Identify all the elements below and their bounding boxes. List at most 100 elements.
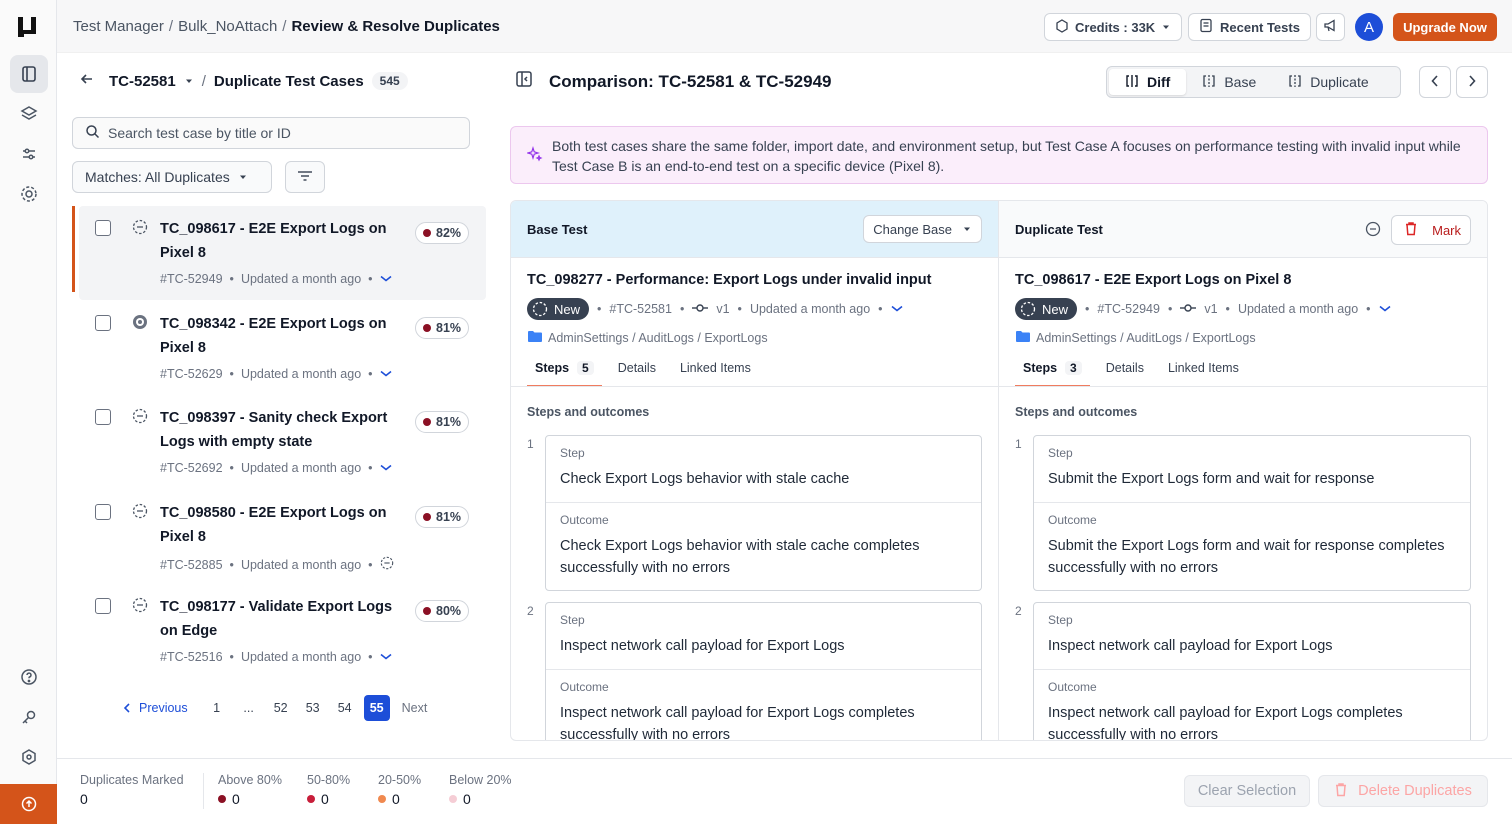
case-checkbox[interactable] — [95, 220, 111, 236]
upgrade-now-button[interactable]: Upgrade Now — [1393, 13, 1497, 41]
match-filter-label: Matches: All Duplicates — [85, 169, 230, 185]
next-pair-button[interactable] — [1456, 66, 1488, 98]
page-54[interactable]: 54 — [332, 695, 358, 721]
credits-dropdown[interactable]: Credits : 33K — [1044, 13, 1183, 41]
back-arrow-icon[interactable] — [79, 71, 95, 91]
collapse-panel-icon[interactable] — [515, 70, 533, 93]
chevron-down-icon[interactable] — [380, 272, 392, 286]
search-icon — [85, 124, 100, 142]
step-text: Inspect network call payload for Export … — [1048, 638, 1333, 654]
clear-selection-button[interactable]: Clear Selection — [1184, 775, 1310, 807]
recent-tests-button[interactable]: Recent Tests — [1188, 13, 1311, 41]
user-avatar[interactable]: A — [1355, 13, 1383, 41]
case-title[interactable]: TC_098580 - E2E Export Logs on Pixel 8 — [160, 501, 410, 549]
next-page-button[interactable]: Next — [402, 701, 428, 715]
stat-duplicates-marked: Duplicates Marked 0 — [80, 773, 184, 807]
case-checkbox[interactable] — [95, 409, 111, 425]
app-logo[interactable] — [16, 15, 40, 39]
page-53[interactable]: 53 — [300, 695, 326, 721]
page-52[interactable]: 52 — [268, 695, 294, 721]
breadcrumb-project[interactable]: Bulk_NoAttach — [178, 18, 277, 35]
chevron-down-icon[interactable] — [380, 461, 392, 475]
page-55-current[interactable]: 55 — [363, 695, 390, 721]
duplicate-test-column: Duplicate Test Mark TC_098617 - E2E Expo… — [998, 200, 1488, 741]
chevron-left-icon — [1431, 74, 1439, 90]
tab-steps[interactable]: Steps 3 — [1015, 357, 1090, 387]
previous-page-button[interactable]: Previous — [123, 701, 188, 715]
case-title[interactable]: TC_098177 - Validate Export Logs on Edge — [160, 595, 410, 643]
list-item[interactable]: TC_098342 - E2E Export Logs on Pixel 8 8… — [79, 301, 486, 395]
case-checkbox[interactable] — [95, 598, 111, 614]
status-dashed-circle-icon — [132, 597, 148, 613]
case-title[interactable]: TC_098617 - E2E Export Logs on Pixel 8 — [160, 217, 410, 265]
upload-icon[interactable] — [0, 784, 57, 824]
match-percent-badge: 81% — [415, 506, 470, 528]
diff-view-tab[interactable]: Diff — [1109, 69, 1187, 95]
nav-settings-icon[interactable] — [10, 175, 48, 213]
nav-test-manager-icon[interactable] — [10, 55, 48, 93]
chevron-down-icon[interactable] — [184, 73, 194, 90]
key-icon[interactable] — [10, 698, 48, 736]
base-test-label: Base Test — [527, 221, 588, 237]
search-input[interactable] — [108, 125, 448, 141]
base-test-meta: New • #TC-52581 • v1 • Updated a month ago • — [527, 298, 903, 320]
chevron-down-icon — [962, 222, 972, 237]
chevron-down-icon[interactable] — [1379, 302, 1391, 316]
outcome-text: Submit the Export Logs form and wait for… — [1048, 538, 1445, 576]
case-meta: #TC-52885 • Updated a month ago • — [160, 556, 394, 573]
breadcrumb: Test Manager / Bulk_NoAttach / Review & Reso… — [73, 18, 500, 35]
integrations-icon[interactable] — [10, 738, 48, 776]
case-meta: #TC-52516 • Updated a month ago • — [160, 650, 392, 664]
base-test-tabs: Steps 5 Details Linked Items — [527, 357, 998, 387]
delete-duplicates-button[interactable]: Delete Duplicates — [1318, 775, 1488, 807]
list-item[interactable]: TC_098397 - Sanity check Export Logs wit… — [79, 395, 486, 489]
case-checkbox[interactable] — [95, 504, 111, 520]
case-title[interactable]: TC_098342 - E2E Export Logs on Pixel 8 — [160, 312, 410, 360]
duplicate-icon — [1288, 74, 1302, 91]
breadcrumb-test-manager[interactable]: Test Manager — [73, 18, 164, 35]
duplicate-test-tabs: Steps 3 Details Linked Items — [1015, 357, 1487, 387]
match-percent-badge: 81% — [415, 411, 470, 433]
steps-section-title: Steps and outcomes — [1015, 405, 1138, 419]
tab-steps[interactable]: Steps 5 — [527, 357, 602, 387]
chevron-down-icon[interactable] — [891, 302, 903, 316]
tab-details[interactable]: Details — [1098, 357, 1152, 387]
base-test-column: Base Test Change Base TC_098277 - Perfor… — [510, 200, 999, 741]
step-text: Submit the Export Logs form and wait for… — [1048, 471, 1375, 487]
announcements-button[interactable] — [1316, 13, 1345, 41]
comparison-header: Comparison: TC-52581 & TC-52949 — [515, 70, 831, 93]
case-title[interactable]: TC_098397 - Sanity check Export Logs wit… — [160, 406, 410, 454]
previous-pair-button[interactable] — [1419, 66, 1451, 98]
list-item[interactable]: TC_098177 - Validate Export Logs on Edge… — [79, 584, 486, 678]
base-test-selector[interactable]: TC-52581 — [109, 73, 176, 90]
mark-duplicate-button[interactable]: Mark — [1391, 215, 1471, 245]
change-base-dropdown[interactable]: Change Base — [863, 215, 982, 243]
duplicate-test-meta: New • #TC-52949 • v1 • Updated a month ago • — [1015, 298, 1391, 320]
trash-icon — [1334, 782, 1348, 801]
remove-circle-icon[interactable] — [1365, 221, 1381, 237]
help-icon[interactable] — [10, 658, 48, 696]
case-checkbox[interactable] — [95, 315, 111, 331]
list-item[interactable]: TC_098580 - E2E Export Logs on Pixel 8 8… — [79, 490, 486, 584]
base-view-tab[interactable]: Base — [1186, 69, 1272, 95]
page-ellipsis: ... — [243, 701, 254, 715]
list-item[interactable]: TC_098617 - E2E Export Logs on Pixel 8 8… — [72, 206, 486, 300]
nav-layers-icon[interactable] — [10, 95, 48, 133]
search-box — [72, 117, 470, 149]
chevron-down-icon[interactable] — [380, 650, 392, 664]
comparison-title: Comparison: TC-52581 & TC-52949 — [549, 71, 832, 91]
nav-sliders-icon[interactable] — [10, 135, 48, 173]
duplicate-view-tab[interactable]: Duplicate — [1272, 69, 1384, 95]
page-1[interactable]: 1 — [204, 695, 230, 721]
match-percent-badge: 82% — [415, 222, 470, 244]
outcome-text: Inspect network call payload for Export … — [560, 705, 915, 741]
chevron-down-icon[interactable] — [380, 367, 392, 381]
tab-linked-items[interactable]: Linked Items — [672, 357, 759, 387]
match-filter-dropdown[interactable]: Matches: All Duplicates — [72, 161, 272, 193]
tab-details[interactable]: Details — [610, 357, 664, 387]
nav-rail — [0, 0, 57, 824]
sort-filter-button[interactable] — [285, 161, 325, 193]
tab-linked-items[interactable]: Linked Items — [1160, 357, 1247, 387]
base-icon — [1202, 74, 1216, 91]
base-test-header: Base Test Change Base — [511, 201, 998, 258]
